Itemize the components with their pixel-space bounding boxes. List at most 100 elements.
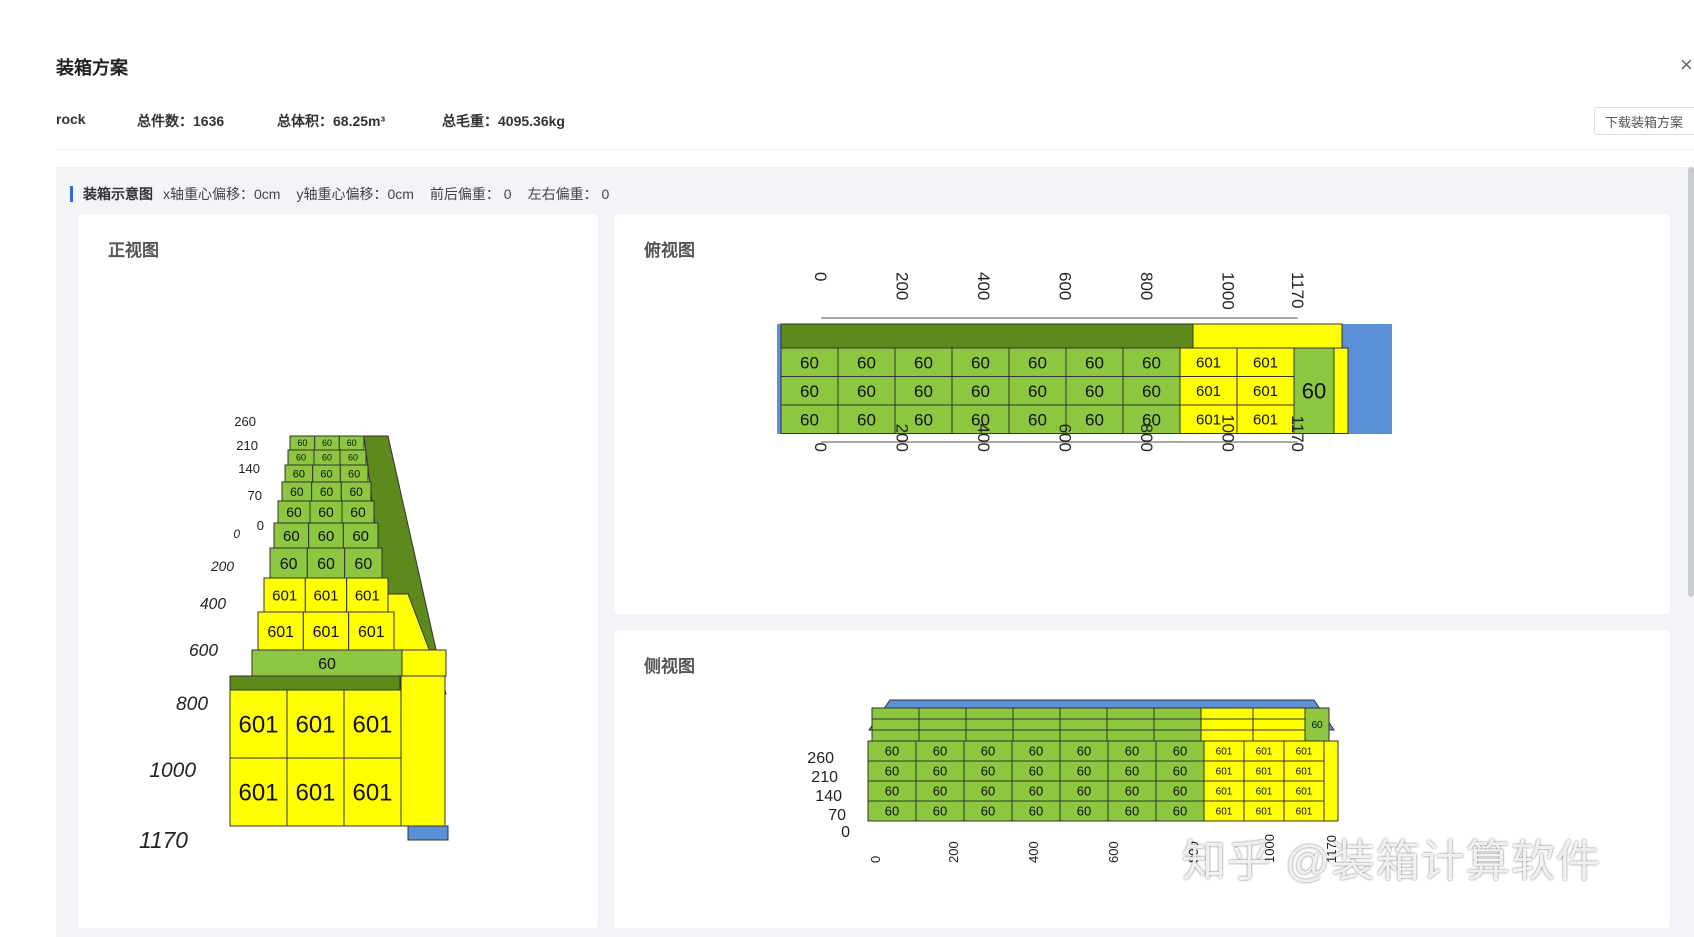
- box-label: 601: [352, 780, 392, 807]
- axis-tick-label: 0: [868, 856, 883, 863]
- height-tick-label: 260: [234, 414, 256, 429]
- box-label: 60: [1029, 784, 1043, 799]
- scrollbar[interactable]: [1688, 167, 1694, 597]
- box-label: 601: [272, 587, 297, 604]
- front-view-card: 正视图 60 60 60 60 60 60 60 60 60 60 60 60 60 60 60 60 60 60…: [78, 214, 598, 928]
- x-offset: x轴重心偏移：0cm: [163, 186, 281, 202]
- box-label: 601: [295, 712, 335, 739]
- cargo-box: [1106, 718, 1155, 731]
- axis-tick-label: 200: [893, 424, 912, 452]
- box-label: 60: [320, 485, 334, 499]
- axis-tick-label: 200: [210, 559, 234, 574]
- box-label: 60: [352, 528, 369, 545]
- axis-tick-label: 400: [200, 596, 226, 613]
- cargo-box: [1252, 718, 1306, 731]
- box-label: 601: [1216, 767, 1233, 778]
- box-label: 60: [1085, 382, 1104, 401]
- cargo-box: [1059, 718, 1108, 731]
- cargo-box: [871, 718, 920, 731]
- cargo-box: [1012, 707, 1061, 720]
- end-stack-yellow: [1333, 347, 1349, 434]
- axis-tick-label: 1170: [139, 827, 188, 853]
- modal-title: 装箱方案: [56, 58, 128, 78]
- box-label: 601: [267, 624, 294, 641]
- box-label: 60: [933, 804, 947, 819]
- box-label: 60: [318, 504, 334, 520]
- box-label: 60: [290, 485, 304, 499]
- y-offset: y轴重心偏移：0cm: [296, 186, 414, 202]
- box-label: 60: [348, 453, 358, 463]
- cargo-box: [1252, 707, 1306, 720]
- box-label: 60: [283, 528, 300, 545]
- box-label: 60: [348, 468, 360, 480]
- axis-tick-label: 1000: [1219, 414, 1238, 452]
- axis-tick-label: 400: [1026, 841, 1041, 863]
- box-label: 60: [1077, 784, 1091, 799]
- download-plan-button[interactable]: 下载装箱方案: [1594, 107, 1694, 135]
- box-label: 60: [1311, 720, 1323, 731]
- box-label: 60: [1029, 764, 1043, 779]
- box-label: 60: [1173, 784, 1187, 799]
- box-label: 60: [981, 784, 995, 799]
- cargo-box: [871, 707, 920, 720]
- box-label: 60: [933, 744, 947, 759]
- left-right-weight: 左右偏重： 0: [527, 186, 610, 202]
- height-tick-label: 70: [828, 807, 846, 824]
- cargo-box: [1200, 718, 1254, 731]
- axis-tick-label: 600: [189, 640, 218, 660]
- box-label: 601: [1216, 747, 1233, 758]
- box-label: 60: [318, 528, 335, 545]
- section-header: 装箱示意图 x轴重心偏移：0cm y轴重心偏移：0cm 前后偏重： 0 左右偏重： 0: [70, 184, 625, 204]
- height-tick-label: 140: [238, 461, 260, 476]
- box-label: 60: [1028, 382, 1047, 401]
- axis-tick-label: 800: [1137, 424, 1156, 452]
- height-tick-label: 140: [815, 788, 842, 805]
- axis-tick-label: 1170: [1288, 415, 1307, 452]
- box-label: 601: [238, 780, 278, 807]
- box-label: 60: [857, 410, 876, 429]
- axis-tick-label: 0: [811, 272, 830, 281]
- box-label: 60: [293, 468, 305, 480]
- cargo-box: [1200, 707, 1254, 720]
- axis-tick-label: 1170: [1288, 272, 1307, 309]
- height-tick-label: 0: [257, 518, 264, 533]
- front-view-diagram: 60 60 60 60 60 60 60 60 60 60 60 60 60 60 60 60 60 60 60 60…: [139, 414, 449, 853]
- axis-tick-label: 0: [233, 527, 240, 541]
- box-label: 60: [800, 382, 819, 401]
- box-label: 60: [286, 504, 302, 520]
- box-label: 601: [1256, 767, 1273, 778]
- axis-tick-label: 600: [1106, 841, 1121, 863]
- box-label: 60: [1142, 382, 1161, 401]
- box-label: 60: [296, 453, 306, 463]
- box-label: 60: [885, 784, 899, 799]
- box-label: 60: [297, 438, 307, 448]
- box-label: 60: [1077, 804, 1091, 819]
- box-label: 601: [358, 624, 385, 641]
- box-label: 60: [1173, 744, 1187, 759]
- cargo-box: [1059, 729, 1108, 742]
- total-count: 总件数：1636: [137, 113, 225, 129]
- cargo-box: [1153, 718, 1202, 731]
- box-label: 60: [971, 353, 990, 372]
- box-label: 60: [1085, 353, 1104, 372]
- close-icon[interactable]: ×: [1680, 52, 1693, 78]
- cargo-box: [918, 729, 967, 742]
- section-accent-bar: [70, 186, 73, 202]
- cargo-box: [1106, 707, 1155, 720]
- box-label: 601: [1296, 747, 1313, 758]
- axis-tick-label: 1000: [1219, 272, 1238, 310]
- cargo-box: [918, 718, 967, 731]
- container-base: [407, 825, 449, 841]
- top-view-card: 俯视图 60 60 60 60 60 60 60 601 601 60 60 60 60 60 60 60 60…: [614, 214, 1670, 614]
- box-label: 60: [971, 382, 990, 401]
- box-label: 60: [350, 504, 366, 520]
- box-label: 60: [981, 744, 995, 759]
- box-label: 601: [1196, 412, 1221, 429]
- axis-tick-label: 600: [1056, 272, 1075, 300]
- box-label: 60: [320, 468, 332, 480]
- cargo-box: [1200, 729, 1254, 742]
- box-label: 60: [1085, 410, 1104, 429]
- box-label: 60: [857, 353, 876, 372]
- box-label: 60: [317, 556, 335, 573]
- axis-tick-label: 800: [176, 694, 208, 715]
